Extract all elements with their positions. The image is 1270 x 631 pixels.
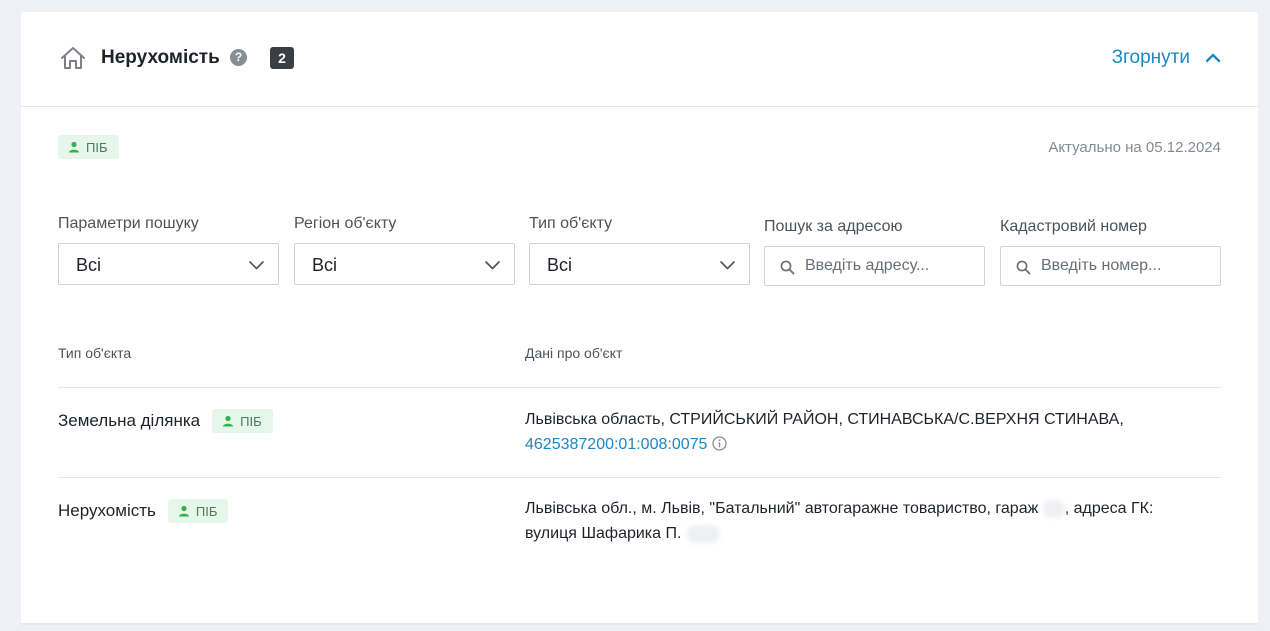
chevron-up-icon	[1205, 53, 1221, 63]
filter-object-type: Тип об'єкту Всі	[529, 215, 750, 285]
pib-tag: ПІБ	[167, 499, 229, 523]
collapse-label: Згорнути	[1111, 47, 1190, 68]
column-header-type: Тип об'єкта	[58, 345, 132, 361]
info-icon[interactable]	[712, 436, 728, 451]
search-params-select[interactable]: Всі	[58, 243, 279, 285]
cadastral-number-link[interactable]: 4625387200:01:008:0075	[525, 436, 707, 453]
filter-cadastral: Кадастровий номер	[1000, 218, 1221, 286]
cadastral-search-input[interactable]	[1041, 247, 1211, 285]
actual-date: Актуально на 05.12.2024	[1048, 139, 1221, 156]
cadastral-search-field	[1000, 246, 1221, 286]
table-row-type: Нерухомість ПІБ	[58, 499, 229, 523]
object-type-label: Нерухомість	[58, 501, 156, 520]
object-type-label: Земельна ділянка	[58, 411, 201, 430]
object-address: Львівська обл., м. Львів, "Батальний" ав…	[525, 500, 1039, 517]
chevron-down-icon	[249, 261, 264, 270]
help-icon[interactable]: ?	[230, 49, 247, 66]
pib-tag: ПІБ	[212, 409, 273, 433]
object-type-select[interactable]: Всі	[529, 243, 750, 285]
search-icon	[1016, 260, 1031, 275]
filter-label: Тип об'єкту	[529, 215, 613, 232]
pib-tag-label: ПІБ	[195, 503, 218, 519]
address-search-field	[764, 246, 985, 286]
filter-label: Пошук за адресою	[764, 218, 903, 235]
collapse-button[interactable]: Згорнути	[1112, 47, 1222, 69]
chevron-down-icon	[485, 261, 500, 270]
person-icon	[223, 415, 234, 427]
filter-search-params: Параметри пошуку Всі	[58, 215, 279, 285]
person-icon	[69, 141, 79, 153]
row-divider	[58, 387, 1221, 388]
redacted-text	[685, 524, 720, 543]
pib-tag: ПІБ	[58, 135, 119, 159]
select-value: Всі	[547, 255, 573, 275]
filter-label: Кадастровий номер	[1000, 218, 1147, 235]
card-bottom-border	[21, 623, 1258, 625]
object-address: Львівська область, СТРИЙСЬКИЙ РАЙОН, СТИ…	[525, 411, 1124, 428]
row-divider	[58, 477, 1221, 478]
table-row-type: Земельна ділянка ПІБ	[58, 409, 273, 433]
column-header-data: Дані про об'єкт	[525, 345, 623, 361]
pib-tag-label: ПІБ	[240, 413, 262, 429]
region-select[interactable]: Всі	[294, 243, 515, 285]
real-estate-card: Нерухомість ? 2 Згорнути ПІБ Актуально н…	[21, 12, 1258, 625]
filter-region: Регіон об'єкту Всі	[294, 215, 515, 285]
card-header: Нерухомість ? 2 Згорнути	[21, 12, 1258, 107]
chevron-down-icon	[720, 261, 735, 270]
search-icon	[780, 260, 795, 275]
filter-label: Регіон об'єкту	[294, 215, 397, 232]
object-address-cont: , адреса ГК:	[1064, 500, 1154, 517]
select-value: Всі	[76, 255, 102, 275]
home-icon	[61, 47, 85, 69]
section-title: Нерухомість	[101, 47, 220, 68]
redacted-number	[1042, 499, 1065, 518]
address-search-input[interactable]	[805, 247, 975, 285]
filter-label: Параметри пошуку	[58, 215, 199, 232]
table-row-data: Львівська обл., м. Львів, "Батальний" ав…	[525, 496, 1165, 546]
count-badge: 2	[270, 47, 294, 69]
filter-address: Пошук за адресою	[764, 218, 985, 286]
person-icon	[178, 505, 189, 517]
pib-tag-label: ПІБ	[86, 139, 108, 155]
table-row-data: Львівська область, СТРИЙСЬКИЙ РАЙОН, СТИ…	[525, 407, 1165, 457]
select-value: Всі	[312, 255, 338, 275]
object-street: вулиця Шафарика П.	[525, 525, 682, 542]
